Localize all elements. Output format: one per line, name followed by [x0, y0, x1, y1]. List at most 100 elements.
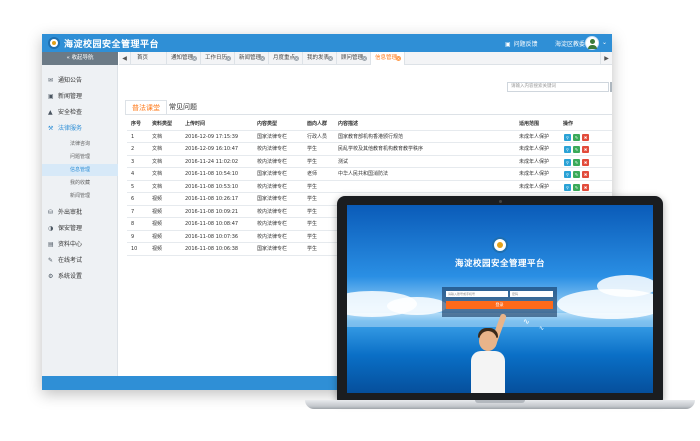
- edit-icon[interactable]: ✎: [573, 133, 580, 141]
- sub-item-favorites[interactable]: 我的收藏: [42, 177, 118, 189]
- delete-icon[interactable]: ✖: [582, 146, 589, 153]
- tab-bar: ◀ 首页 通知管理 × 工作日历 × 新闻管理 × 月度重点 × 我的发表 × 顾问管理 ×…: [119, 52, 612, 65]
- cloud: [597, 275, 653, 297]
- tab-home[interactable]: 首页: [133, 52, 167, 65]
- sidebar-item-label: 安全检查: [58, 109, 83, 116]
- nav-toggle-button[interactable]: « 收起导航: [42, 52, 118, 65]
- sidebar-item-resources[interactable]: ▤ 资料中心: [42, 237, 118, 252]
- edit-icon[interactable]: ✎: [573, 158, 580, 166]
- sidebar-item-label: 在线考试: [58, 257, 83, 264]
- password-input[interactable]: 密码: [510, 291, 553, 297]
- row-content-type: 国家法律专栏: [257, 133, 288, 140]
- tab-my-posts[interactable]: 我的发表 ×: [303, 52, 337, 65]
- table-header: 序号 资料类型 上传时间 内容类型 面向人群 内容描述 适用范围 操作: [127, 118, 612, 131]
- login-button[interactable]: 登录: [446, 301, 553, 309]
- search-icon[interactable]: ⚲: [610, 82, 612, 92]
- row-audience: 学生: [307, 183, 318, 190]
- hammer-icon: ⚒: [48, 125, 54, 132]
- edit-icon[interactable]: ✎: [573, 171, 580, 178]
- delete-icon[interactable]: ✖: [582, 171, 589, 178]
- seagull-icon: ∿: [523, 317, 530, 326]
- shield-icon: ◑: [48, 225, 54, 232]
- row-content-type: 国家法律专栏: [257, 171, 288, 177]
- row-time: 2016-11-24 11:02:02: [185, 158, 239, 165]
- close-icon[interactable]: ×: [328, 56, 333, 61]
- username-input[interactable]: 请输入账号或手机号: [446, 291, 508, 297]
- row-content-type: 校内法律专栏: [257, 183, 288, 190]
- table-row[interactable]: 3 文档 2016-11-24 11:02:02 校内法律专栏 学生 测试 未成…: [127, 156, 612, 168]
- platform-logo-icon: [48, 37, 60, 49]
- sub-item-info-manage[interactable]: 信息管理: [42, 164, 118, 176]
- sidebar-item-guards[interactable]: ◑ 保安管理: [42, 221, 118, 236]
- table-row[interactable]: 2 文档 2016-12-09 16:10:47 校内法律专栏 学生 民乱学校及…: [127, 143, 612, 156]
- delete-icon[interactable]: ✖: [582, 133, 589, 141]
- column-header: 适用范围: [519, 121, 540, 127]
- row-content-type: 校内法律专栏: [257, 158, 288, 165]
- row-scope: 未成年人保护: [519, 158, 550, 165]
- view-icon[interactable]: ⚲: [564, 133, 571, 141]
- tab-news-manage[interactable]: 新闻管理 ×: [235, 52, 269, 65]
- table-row[interactable]: 4 文档 2016-11-08 10:54:10 国家法律专栏 老师 中华人民共…: [127, 168, 612, 181]
- tab-label: 新闻管理: [239, 55, 262, 61]
- sidebar-item-safety-check[interactable]: ▲ 安全检查: [42, 105, 118, 120]
- view-icon[interactable]: ⚲: [564, 183, 571, 191]
- tab-label: 信息管理: [375, 55, 398, 61]
- row-type: 视频: [152, 221, 163, 227]
- close-icon[interactable]: ×: [362, 56, 367, 61]
- search-input[interactable]: 请输入内容搜索关键词: [507, 82, 609, 92]
- column-header: 内容描述: [338, 121, 359, 127]
- tab-notice-manage[interactable]: 通知管理 ×: [167, 52, 201, 65]
- row-time: 2016-12-09 16:10:47: [185, 146, 239, 152]
- row-audience: 学生: [307, 246, 318, 252]
- chevron-down-icon[interactable]: ⌄: [602, 39, 607, 46]
- row-time: 2016-11-08 10:07:36: [185, 233, 239, 240]
- row-content-type: 国家法律专栏: [257, 196, 288, 202]
- row-type: 视频: [152, 196, 163, 202]
- tab-label: 顾问管理: [341, 55, 364, 61]
- avatar[interactable]: [585, 36, 599, 50]
- tab-legal-class[interactable]: 普法课堂: [125, 100, 167, 114]
- row-time: 2016-12-09 17:15:39: [185, 133, 239, 140]
- sidebar-item-settings[interactable]: ⚙ 系统设置: [42, 269, 118, 284]
- tab-faq[interactable]: 常见问题: [163, 100, 203, 114]
- row-content-type: 校内法律专栏: [257, 233, 288, 240]
- tab-scroll-right-icon[interactable]: ▶: [600, 52, 612, 65]
- edit-icon[interactable]: ✎: [573, 146, 580, 153]
- close-icon[interactable]: ×: [260, 56, 265, 61]
- sidebar-item-legal[interactable]: ⚒ 法律服务: [42, 121, 118, 136]
- tab-scroll-left-icon[interactable]: ◀: [119, 52, 131, 65]
- row-type: 视频: [152, 246, 163, 252]
- close-icon[interactable]: ×: [294, 56, 299, 61]
- column-header: 序号: [131, 121, 142, 127]
- child-head: [479, 331, 497, 351]
- view-icon[interactable]: ⚲: [564, 158, 571, 166]
- table-row[interactable]: 5 文档 2016-11-08 10:53:10 校内法律专栏 学生 未成年人保…: [127, 181, 612, 193]
- close-icon[interactable]: ×: [396, 56, 401, 61]
- sub-item-news-manage[interactable]: 新闻管理: [42, 190, 118, 202]
- delete-icon[interactable]: ✖: [582, 158, 589, 166]
- sidebar-item-news[interactable]: ▣ 新闻管理: [42, 89, 118, 104]
- row-scope: 未成年人保护: [519, 133, 550, 140]
- row-index: 1: [131, 133, 135, 140]
- user-name[interactable]: 海淀区教委: [555, 39, 585, 48]
- row-description: 测试: [338, 158, 349, 165]
- tab-info-manage[interactable]: 信息管理 ×: [371, 52, 405, 65]
- close-icon[interactable]: ×: [226, 56, 231, 61]
- close-icon[interactable]: ×: [192, 56, 197, 61]
- tab-advisor-manage[interactable]: 顾问管理 ×: [337, 52, 371, 65]
- sidebar-item-notices[interactable]: ✉ 通知公告: [42, 73, 118, 88]
- feedback-link[interactable]: 问题反馈: [505, 39, 538, 48]
- row-scope: 未成年人保护: [519, 171, 550, 177]
- edit-icon[interactable]: ✎: [573, 183, 580, 191]
- sub-item-question-manage[interactable]: 问题管理: [42, 151, 118, 163]
- table-row[interactable]: 1 文档 2016-12-09 17:15:39 国家法律专栏 行政人员 国家教…: [127, 131, 612, 143]
- view-icon[interactable]: ⚲: [564, 171, 571, 178]
- view-icon[interactable]: ⚲: [564, 146, 571, 153]
- sub-item-legal-consult[interactable]: 法律咨询: [42, 138, 118, 150]
- delete-icon[interactable]: ✖: [582, 183, 589, 191]
- sidebar-item-exam[interactable]: ✎ 在线考试: [42, 253, 118, 268]
- document-icon: ▤: [48, 241, 54, 248]
- tab-work-calendar[interactable]: 工作日历 ×: [201, 52, 235, 65]
- sidebar-item-outing[interactable]: ⛁ 外出审批: [42, 205, 118, 220]
- tab-monthly-focus[interactable]: 月度重点 ×: [269, 52, 303, 65]
